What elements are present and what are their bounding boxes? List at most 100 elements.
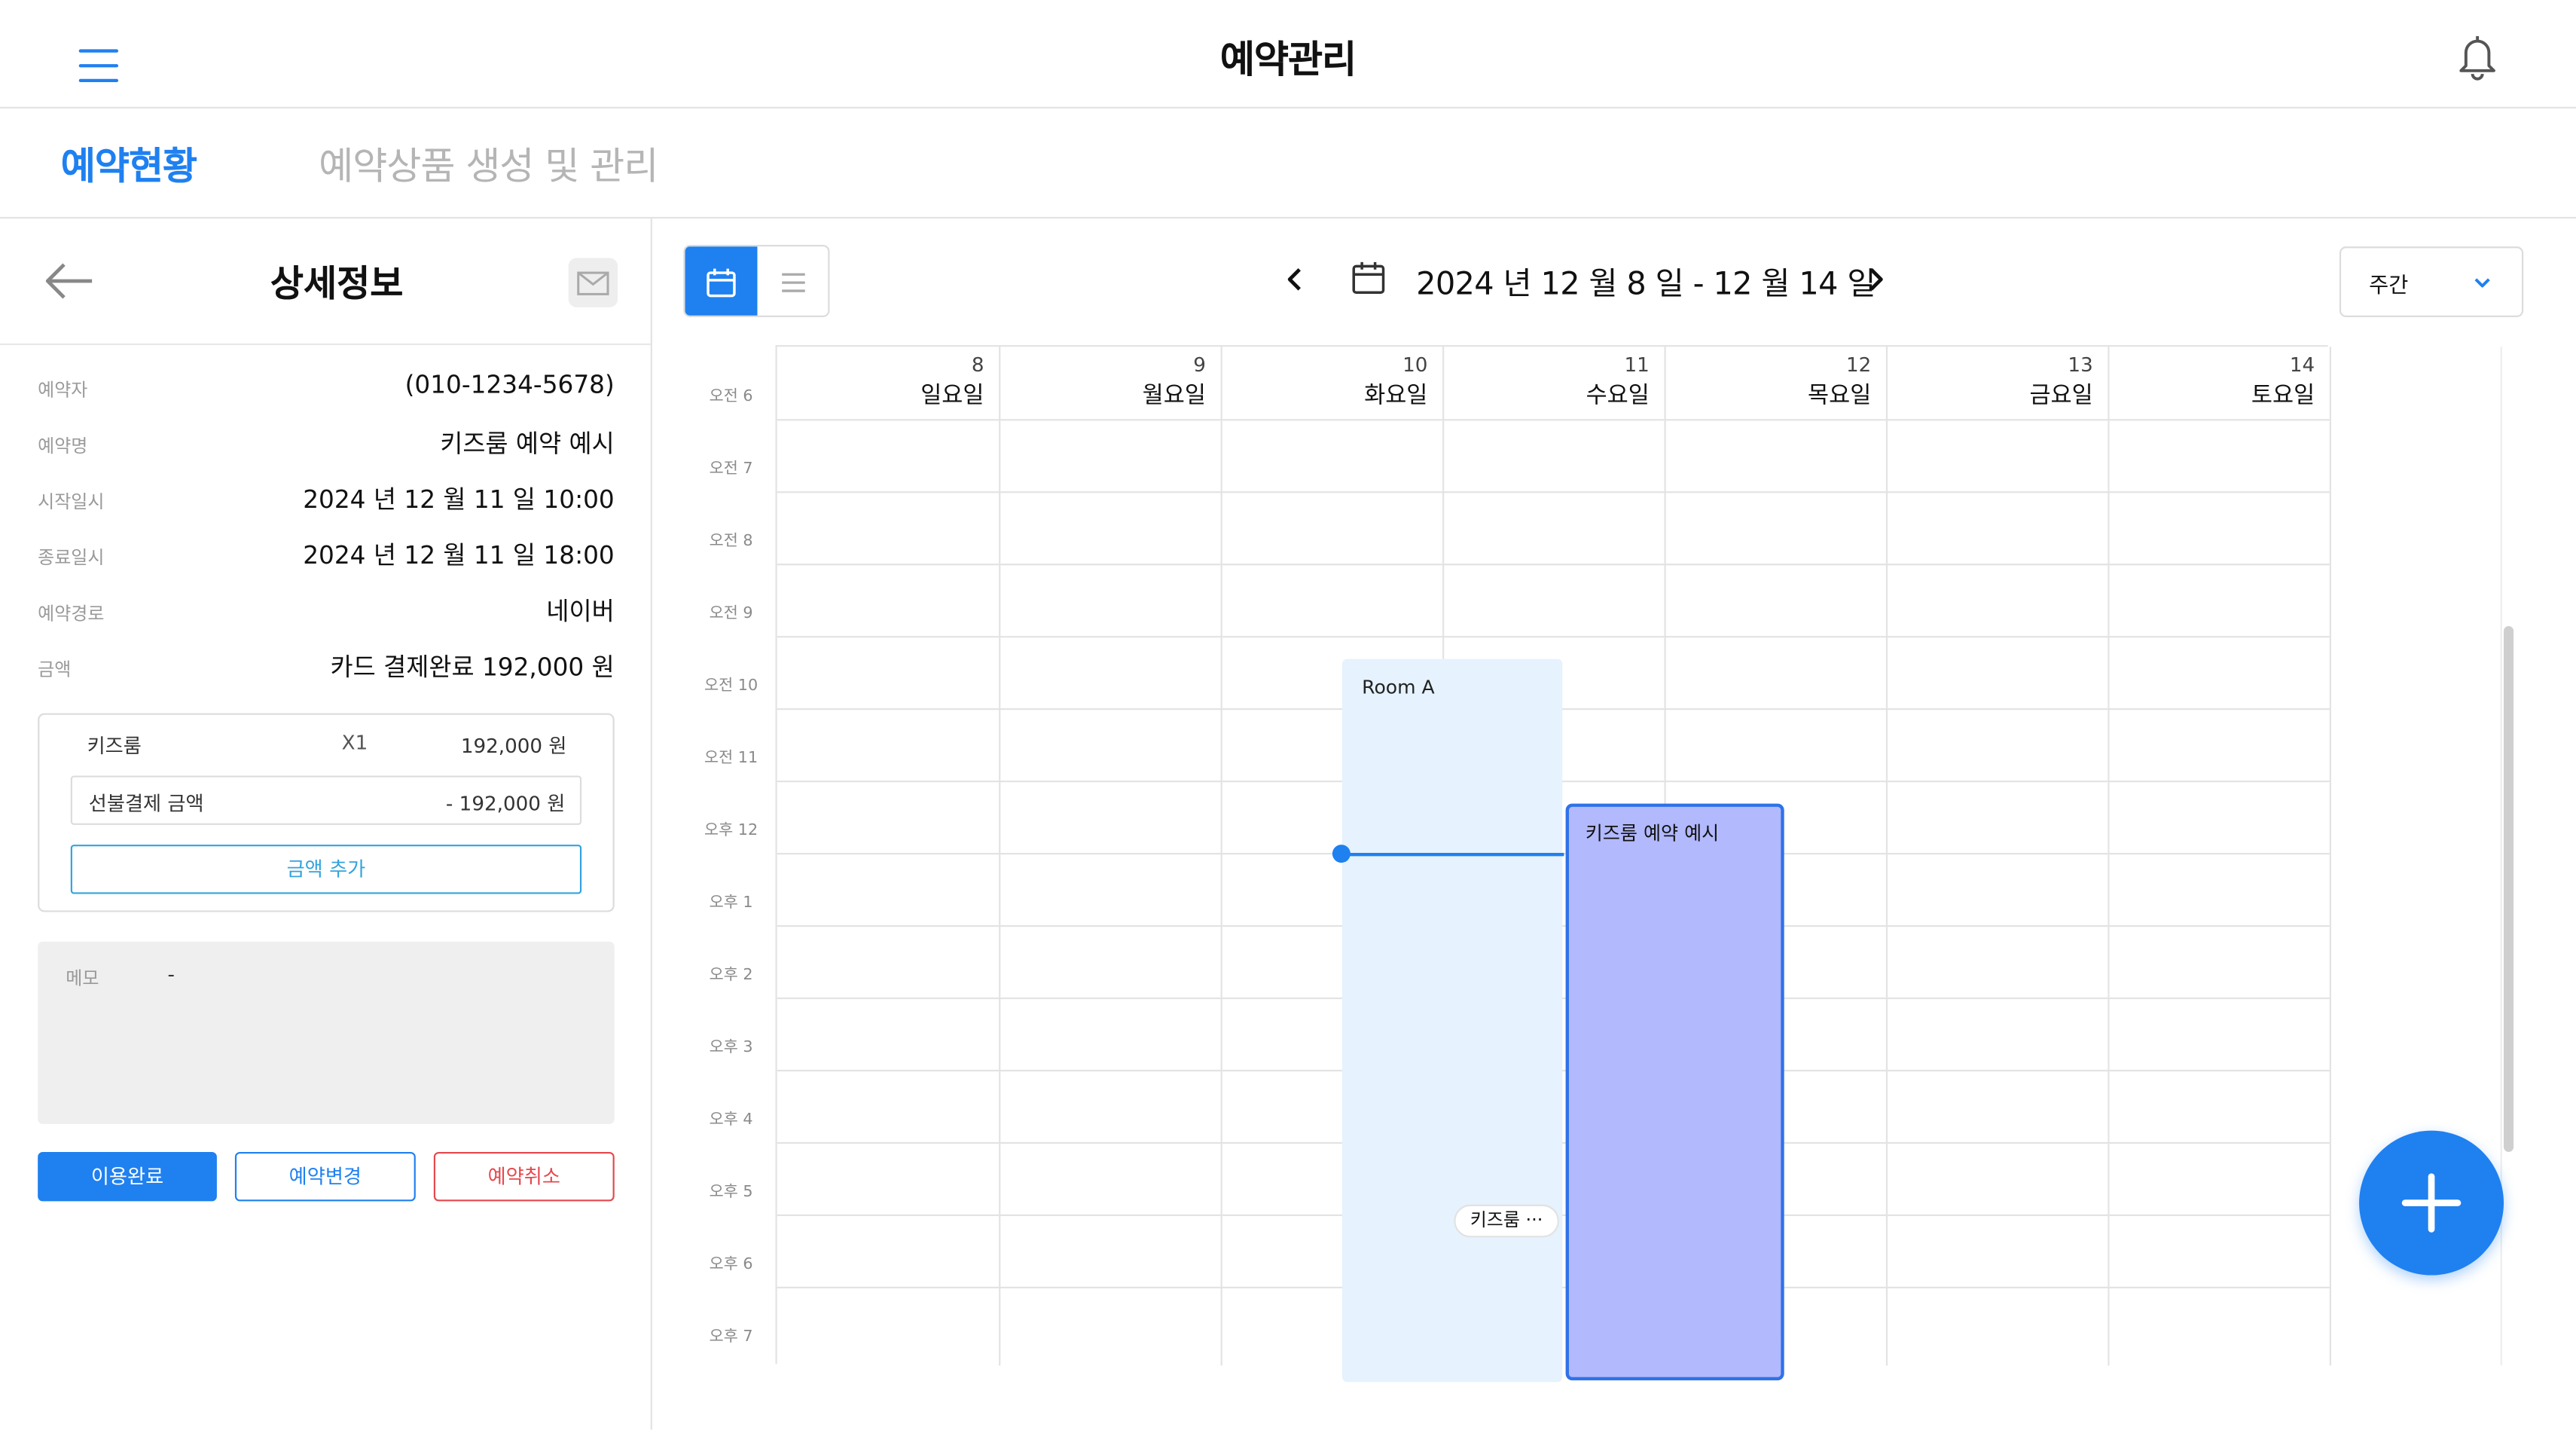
view-toggle (683, 244, 830, 317)
detail-panel: 상세정보 예약자 (010-1234-5678) 예약명 키즈룸 예약 예시 시… (0, 218, 652, 1430)
day-number: 8 (971, 353, 984, 377)
mail-icon (577, 270, 609, 295)
week-grid: 8 일요일 9 월요일 10 화요일 11 수요일 12 목요일 13 금요일 14 토요일 Room A… (775, 345, 2332, 1383)
info-label: 예약자 (38, 379, 88, 402)
tab-product-management[interactable]: 예약상품 생성 및 관리 (319, 135, 658, 191)
grid-row-line (777, 636, 2330, 638)
bell-icon[interactable] (2452, 29, 2501, 82)
payment-item-price: 192,000 원 (460, 734, 567, 758)
tab-bar: 예약현황 예약상품 생성 및 관리 (0, 108, 2576, 219)
hour-label: 오전 6 (709, 387, 753, 406)
mail-button[interactable] (568, 258, 618, 307)
payment-item-name: 키즈룸 (87, 734, 142, 758)
date-range: 2024 년 12 월 8 일 - 12 월 14 일 (1416, 266, 1876, 303)
period-select[interactable]: 주간 (2339, 246, 2524, 317)
add-amount-button[interactable]: 금액 추가 (70, 845, 582, 894)
scrollbar[interactable] (2504, 626, 2514, 1152)
current-time-line (1340, 853, 1564, 857)
day-header[interactable]: 12 목요일 (1664, 347, 1885, 419)
cancel-reservation-button[interactable]: 예약취소 (433, 1151, 615, 1202)
prepay-row: 선불결제 금액 - 192,000 원 (70, 775, 582, 825)
grid-row-line (777, 419, 2330, 421)
day-header[interactable]: 9 월요일 (999, 347, 1220, 419)
day-name: 화요일 (1364, 383, 1428, 410)
info-label: 금액 (38, 658, 72, 680)
change-reservation-button[interactable]: 예약변경 (234, 1151, 416, 1202)
hour-label: 오후 12 (704, 821, 758, 840)
grid-row-line (777, 491, 2330, 493)
day-name: 월요일 (1142, 383, 1206, 410)
info-row-channel: 예약경로 네이버 (38, 593, 615, 629)
day-header[interactable]: 13 금요일 (1886, 347, 2107, 419)
info-value: (010-1234-5678) (404, 369, 615, 400)
memo-box[interactable]: 메모 - (38, 941, 615, 1124)
hour-label: 오후 5 (709, 1183, 753, 1202)
grid-column-line (1220, 347, 1222, 1366)
memo-value: - (167, 963, 175, 986)
day-name: 토요일 (2251, 383, 2315, 410)
page-title: 예약관리 (1219, 39, 1357, 83)
event-chip[interactable]: 키즈룸 ··· (1454, 1204, 1559, 1238)
day-header[interactable]: 11 수요일 (1442, 347, 1664, 419)
calendar-view-button[interactable] (685, 246, 758, 316)
hour-label: 오전 10 (704, 677, 758, 695)
hour-label: 오전 7 (709, 460, 753, 478)
day-number: 10 (1402, 353, 1428, 377)
hour-label: 오후 1 (709, 894, 753, 912)
grid-column-line (2329, 347, 2332, 1366)
day-number: 13 (2068, 353, 2093, 377)
info-value: 2024 년 12 월 11 일 10:00 (303, 484, 615, 515)
calendar-panel: 2024 년 12 월 8 일 - 12 월 14 일 주간 오전 6 오전 7 오… (654, 218, 2576, 1430)
current-time-dot (1332, 845, 1351, 863)
chevron-left-icon[interactable] (1281, 261, 1308, 298)
info-label: 종료일시 (38, 547, 105, 569)
info-label: 예약경로 (38, 603, 105, 625)
info-label: 예약명 (38, 435, 88, 457)
prepay-label: 선불결제 금액 (88, 792, 204, 815)
event-label: 키즈룸 예약 예시 (1585, 821, 1720, 845)
calendar-icon (1352, 261, 1385, 294)
grid-column-line (999, 347, 1001, 1366)
day-number: 12 (1845, 353, 1872, 377)
complete-button[interactable]: 이용완료 (38, 1151, 217, 1202)
list-view-button[interactable] (757, 246, 828, 316)
detail-header: 상세정보 (0, 218, 651, 346)
day-name: 목요일 (1808, 383, 1872, 410)
chevron-right-icon[interactable] (1863, 261, 1889, 298)
tab-reservation-status[interactable]: 예약현황 (61, 135, 197, 191)
day-number: 9 (1193, 353, 1206, 377)
chevron-down-icon (2474, 278, 2490, 288)
grid-row-line (777, 564, 2330, 566)
info-row-booker: 예약자 (010-1234-5678) (38, 370, 615, 406)
hour-label: 오후 7 (709, 1328, 753, 1346)
info-value: 카드 결제완료 192,000 원 (330, 652, 615, 683)
add-reservation-button[interactable] (2359, 1130, 2504, 1276)
memo-label: 메모 (66, 967, 99, 990)
day-number: 14 (2289, 353, 2315, 377)
info-row-end: 종료일시 2024 년 12 월 11 일 18:00 (38, 537, 615, 573)
payment-box: 키즈룸 X1 192,000 원 선불결제 금액 - 192,000 원 금액 … (38, 713, 615, 912)
info-row-start: 시작일시 2024 년 12 월 11 일 10:00 (38, 481, 615, 518)
grid-column-line (2107, 347, 2110, 1366)
hour-label: 오후 2 (709, 966, 753, 985)
day-header[interactable]: 8 일요일 (777, 347, 999, 419)
day-number: 11 (1624, 353, 1650, 377)
day-name: 일요일 (920, 383, 984, 410)
info-value: 네이버 (546, 596, 615, 627)
prepay-value: - 192,000 원 (445, 792, 566, 815)
day-header[interactable]: 14 토요일 (2107, 347, 2329, 419)
grid-column-line (1885, 347, 1888, 1366)
hour-label: 오전 11 (704, 749, 758, 768)
list-icon (782, 273, 805, 292)
day-name: 수요일 (1586, 383, 1650, 410)
event-block[interactable]: 키즈룸 예약 예시 (1565, 803, 1784, 1381)
info-label: 시작일시 (38, 491, 105, 513)
hour-label: 오후 6 (709, 1255, 753, 1274)
day-header[interactable]: 10 화요일 (1221, 347, 1442, 419)
hour-label: 오후 3 (709, 1038, 753, 1057)
info-row-amount: 금액 카드 결제완료 192,000 원 (38, 649, 615, 686)
room-label: Room A (1362, 675, 1435, 698)
info-value: 키즈룸 예약 예시 (440, 429, 615, 459)
hour-label: 오전 9 (709, 604, 753, 623)
room-block[interactable]: Room A (1341, 658, 1563, 1383)
